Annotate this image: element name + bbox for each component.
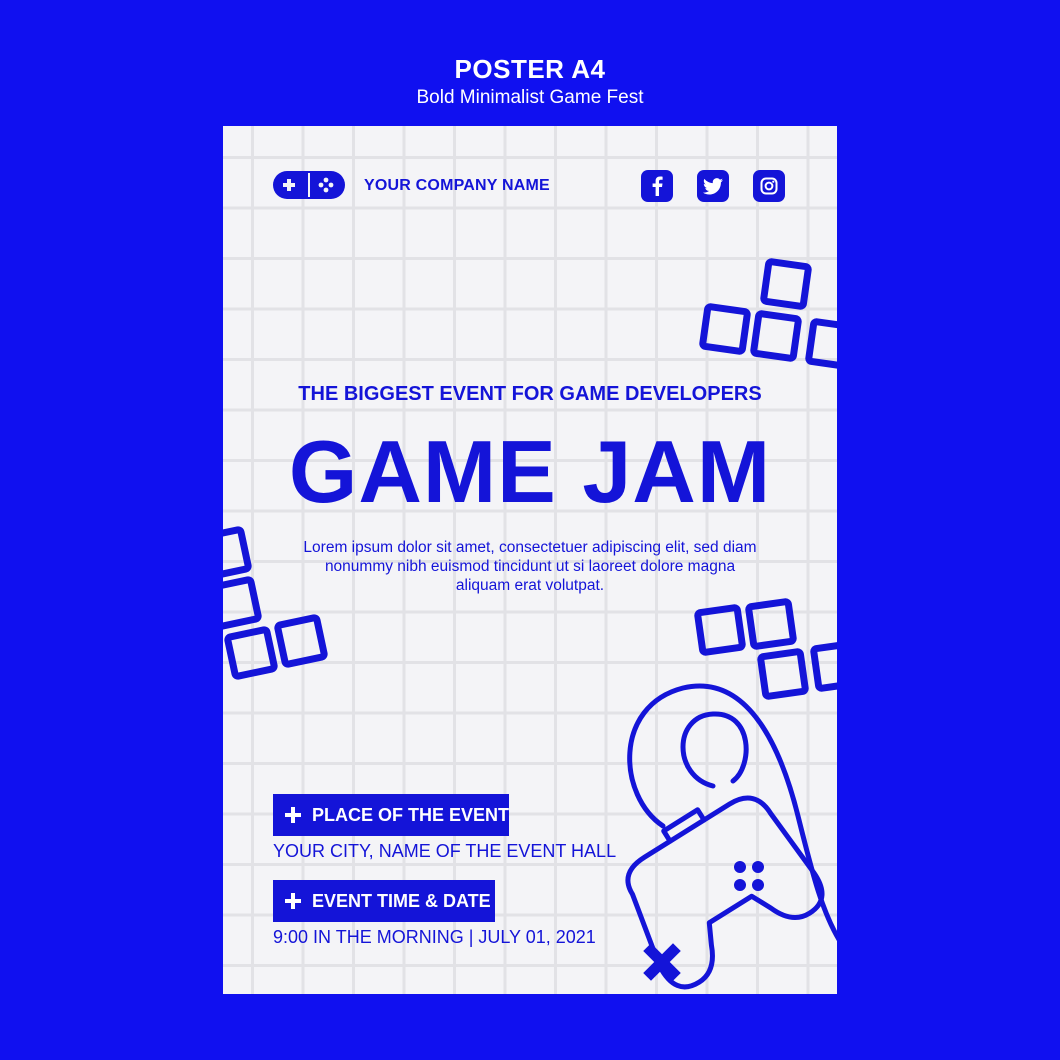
place-value: YOUR CITY, NAME OF THE EVENT HALL: [273, 841, 617, 861]
company-name: YOUR COMPANY NAME: [364, 177, 550, 194]
tetris-blocks-left-icon: [223, 526, 328, 680]
page-title: POSTER A4: [454, 54, 606, 84]
plus-icon: [285, 807, 301, 823]
instagram-icon[interactable]: [753, 170, 785, 202]
place-label-box: PLACE OF THE EVENT: [273, 794, 509, 836]
poster: YOUR COMPANY NAME THE BIGGEST EVENT FOR …: [223, 126, 837, 994]
instagram-glyph-icon: [760, 177, 778, 195]
time-label-box: EVENT TIME & DATE: [273, 880, 495, 922]
event-tagline: THE BIGGEST EVENT FOR GAME DEVELOPERS: [298, 383, 762, 405]
page-header: POSTER A4 Bold Minimalist Game Fest: [0, 52, 1060, 110]
page-subtitle: Bold Minimalist Game Fest: [416, 87, 644, 108]
twitter-glyph-icon: [703, 177, 723, 194]
time-value: 9:00 IN THE MORNING | JULY 01, 2021: [273, 927, 596, 947]
place-label: PLACE OF THE EVENT: [312, 804, 510, 825]
tetris-blocks-top-right-icon: [699, 258, 837, 370]
event-headline: GAME JAM: [288, 422, 772, 521]
gamepad-logo-icon: [273, 171, 345, 199]
facebook-glyph-icon: [652, 176, 663, 196]
plus-icon: [285, 893, 301, 909]
time-label: EVENT TIME & DATE: [312, 890, 491, 911]
gamepad-illustration-icon: [625, 683, 837, 990]
twitter-icon[interactable]: [697, 170, 729, 202]
facebook-icon[interactable]: [641, 170, 673, 202]
event-description: Lorem ipsum dolor sit amet, consectetuer…: [303, 539, 757, 594]
